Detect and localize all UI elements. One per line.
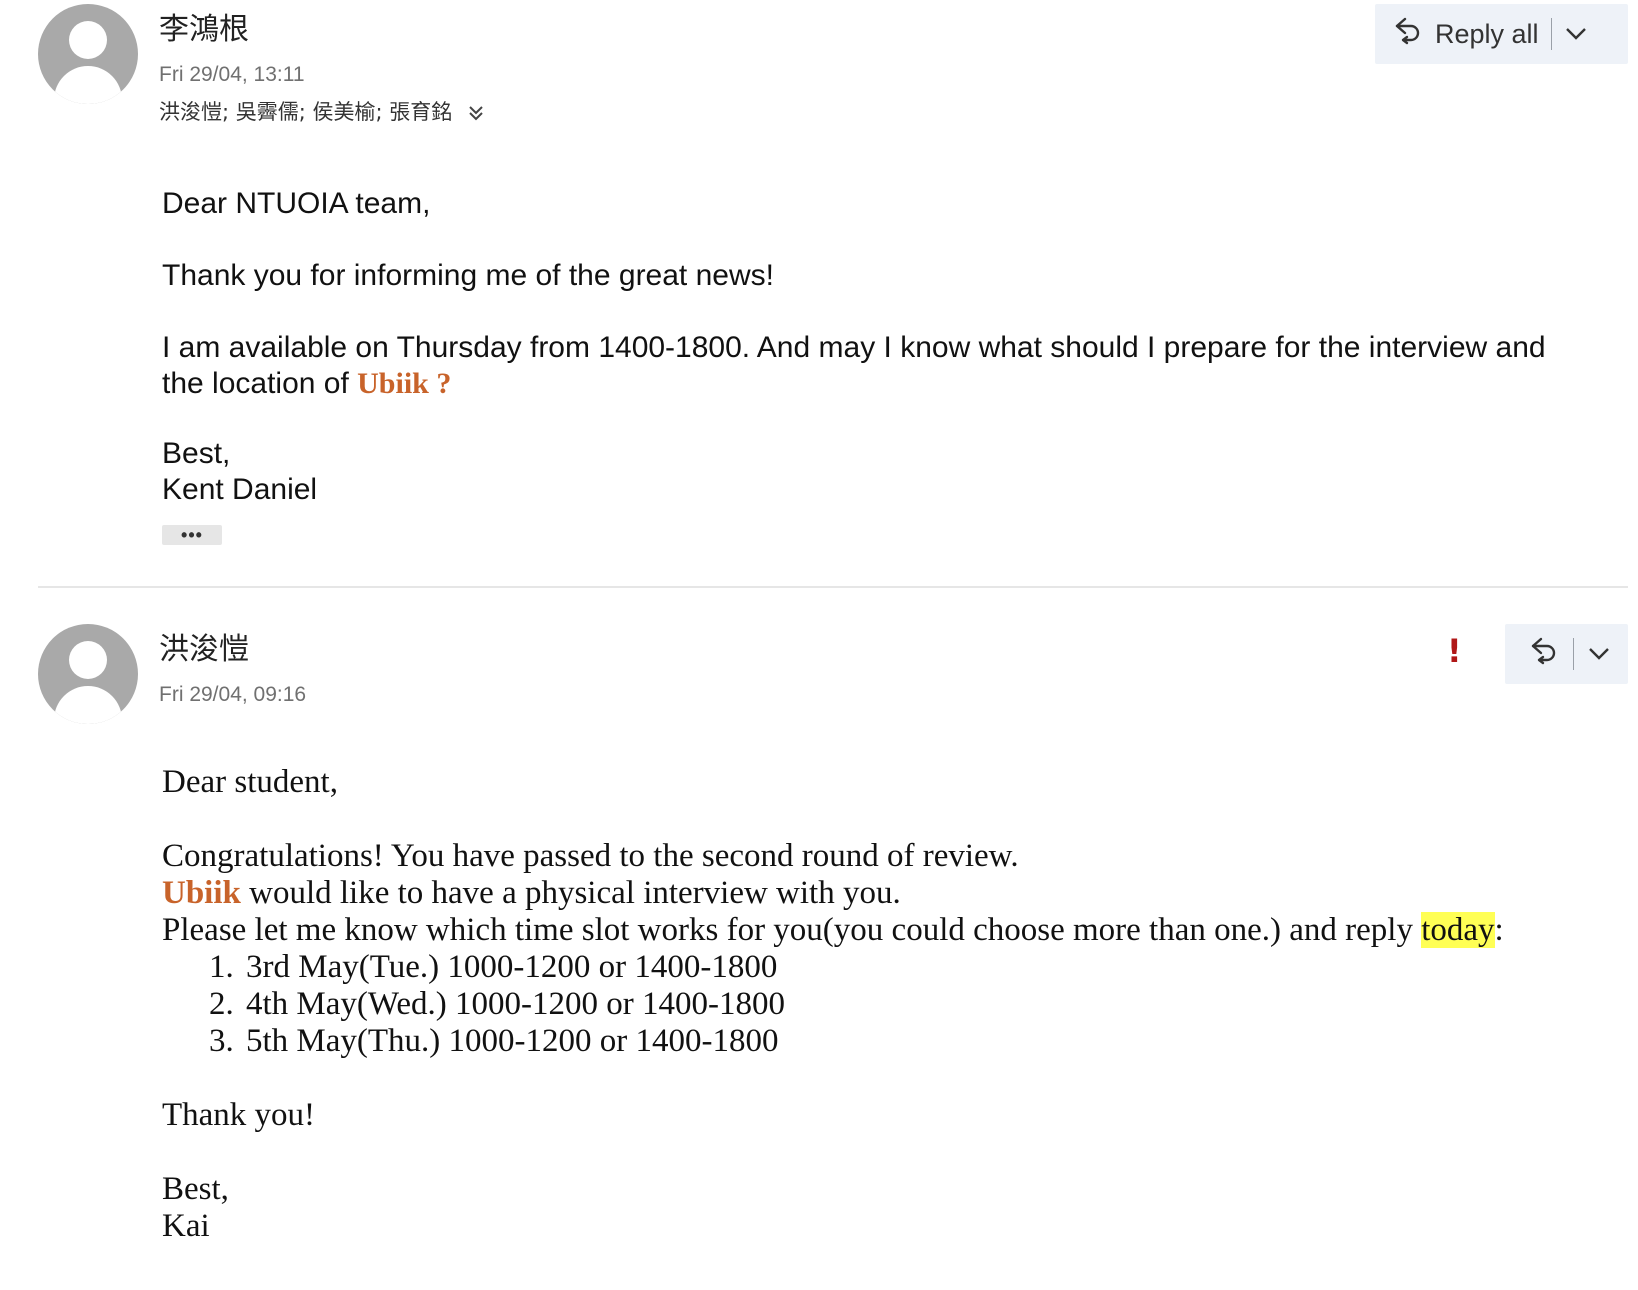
reply-all-label: Reply all: [1435, 18, 1539, 49]
reply-all-group: Reply all: [1375, 4, 1628, 64]
chevron-down-icon: [1589, 648, 1609, 660]
body-line-2: Ubiik would like to have a physical inte…: [162, 875, 1602, 912]
recipients-text: 洪浚愷; 吳霽儒; 侯美榆; 張育銘: [159, 100, 453, 124]
greeting: Dear student,: [162, 764, 338, 800]
recipients-list[interactable]: 洪浚愷; 吳霽儒; 侯美榆; 張育銘: [159, 98, 486, 126]
message-body: Dear student, Congratulations! You have …: [162, 764, 1602, 1245]
sender-name: 洪浚愷: [159, 632, 249, 667]
more-actions-dropdown[interactable]: [1552, 4, 1600, 64]
message-body: Dear NTUOIA team, Thank you for informin…: [162, 186, 1592, 508]
reply-all-icon: [1529, 635, 1557, 674]
highlighted-text: today: [1421, 912, 1495, 948]
body-line-3: Please let me know which time slot works…: [162, 912, 1602, 949]
brand-suffix: ?: [428, 367, 452, 400]
time-slot-list: 3rd May(Tue.) 1000-1200 or 1400-1800 4th…: [162, 949, 1602, 1060]
body-line-1: Congratulations! You have passed to the …: [162, 838, 1019, 874]
body-line-3-end: :: [1494, 912, 1504, 948]
brand-name: Ubiik: [162, 875, 241, 911]
signoff: Best,: [162, 1171, 229, 1207]
avatar: [38, 4, 138, 104]
more-actions-dropdown[interactable]: [1574, 624, 1624, 684]
list-item: 3rd May(Tue.) 1000-1200 or 1400-1800: [242, 949, 1602, 986]
body-line-2: I am available on Thursday from 1400-180…: [162, 330, 1592, 402]
signature: Kai: [162, 1208, 210, 1244]
reply-all-icon: [1393, 15, 1421, 54]
brand-name: Ubiik: [357, 367, 429, 400]
reply-all-button[interactable]: Reply all: [1375, 4, 1551, 64]
expand-recipients-icon[interactable]: [466, 101, 486, 123]
signoff: Best,: [162, 437, 231, 470]
body-line-3-text: Please let me know which time slot works…: [162, 912, 1422, 948]
signature: Kent Daniel: [162, 473, 318, 506]
list-item: 5th May(Thu.) 1000-1200 or 1400-1800: [242, 1023, 1602, 1060]
body-line-2-text: would like to have a physical interview …: [240, 875, 901, 911]
message-date: Fri 29/04, 09:16: [159, 683, 307, 706]
message-date: Fri 29/04, 13:11: [159, 63, 305, 86]
reply-group: [1505, 624, 1628, 684]
reply-button[interactable]: [1505, 624, 1573, 684]
email-message-1: 李鴻根 Fri 29/04, 13:11 洪浚愷; 吳霽儒; 侯美榆; 張育銘 …: [0, 0, 1638, 586]
thanks: Thank you!: [162, 1097, 316, 1133]
show-trimmed-content-button[interactable]: •••: [162, 525, 222, 545]
body-line-1: Thank you for informing me of the great …: [162, 259, 774, 292]
chevron-down-icon: [1565, 28, 1586, 40]
high-importance-icon: !: [1447, 632, 1462, 670]
greeting: Dear NTUOIA team,: [162, 187, 431, 220]
avatar: [38, 624, 138, 724]
sender-name: 李鴻根: [159, 12, 249, 47]
list-item: 4th May(Wed.) 1000-1200 or 1400-1800: [242, 986, 1602, 1023]
email-message-2: 洪浚愷 Fri 29/04, 09:16 ! Dear student, Con…: [0, 588, 1638, 1290]
